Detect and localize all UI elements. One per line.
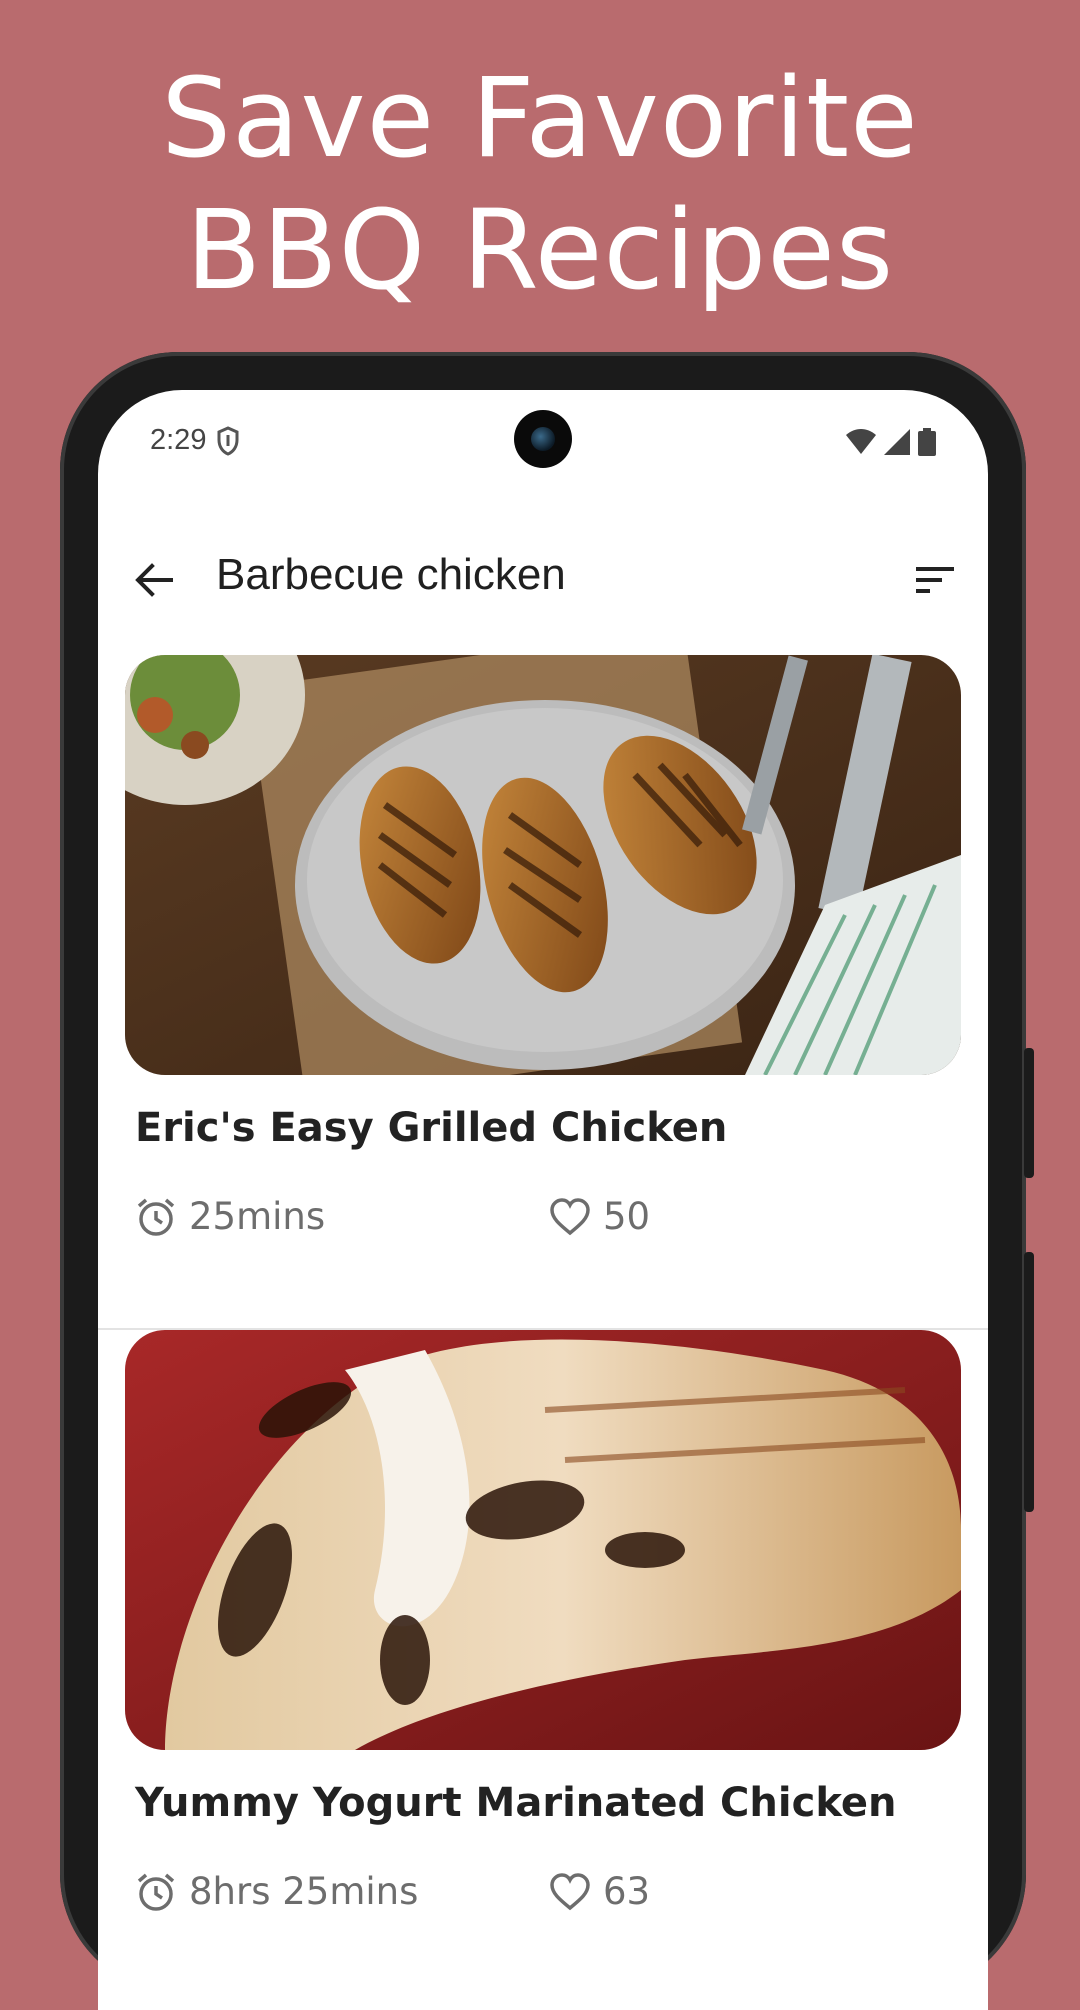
headline-line-2: BBQ Recipes bbox=[185, 186, 895, 314]
cook-time: 25mins bbox=[135, 1195, 549, 1238]
back-arrow-icon bbox=[135, 563, 173, 597]
cellular-icon bbox=[884, 429, 910, 459]
volume-button bbox=[1024, 1048, 1034, 1178]
front-camera bbox=[514, 410, 572, 468]
recipe-title[interactable]: Yummy Yogurt Marinated Chicken bbox=[135, 1780, 896, 1826]
likes[interactable]: 63 bbox=[549, 1870, 650, 1913]
status-icons bbox=[846, 428, 936, 460]
cook-time-value: 8hrs 25mins bbox=[189, 1870, 419, 1913]
phone-frame: 2:29 Barbecue chicken Eric's Easy Grille… bbox=[60, 352, 1034, 2010]
headline-line-1: Save Favorite bbox=[161, 54, 919, 182]
page-title: Barbecue chicken bbox=[216, 550, 566, 599]
cook-time: 8hrs 25mins bbox=[135, 1870, 549, 1913]
likes-count: 50 bbox=[603, 1195, 651, 1238]
app-bar: Barbecue chicken bbox=[98, 530, 988, 630]
likes-count: 63 bbox=[603, 1870, 651, 1913]
promo-headline: Save Favorite BBQ Recipes bbox=[0, 52, 1080, 316]
phone-screen: 2:29 Barbecue chicken Eric's Easy Grille… bbox=[98, 390, 988, 2010]
heart-icon bbox=[550, 1197, 590, 1235]
alarm-clock-icon bbox=[137, 1873, 175, 1911]
recipe-card[interactable]: Yummy Yogurt Marinated Chicken 8hrs 25mi… bbox=[98, 1330, 988, 2010]
back-button[interactable] bbox=[128, 554, 180, 606]
cook-time-value: 25mins bbox=[189, 1195, 326, 1238]
power-button bbox=[1024, 1252, 1034, 1512]
status-time: 2:29 bbox=[150, 424, 207, 456]
battery-icon bbox=[918, 428, 936, 460]
heart-icon bbox=[550, 1872, 590, 1910]
alarm-clock-icon bbox=[137, 1198, 175, 1236]
recipe-meta: 8hrs 25mins 63 bbox=[135, 1870, 650, 1913]
wifi-icon bbox=[846, 429, 876, 459]
recipe-meta: 25mins 50 bbox=[135, 1195, 650, 1238]
sort-icon bbox=[916, 567, 954, 593]
likes[interactable]: 50 bbox=[549, 1195, 650, 1238]
recipe-card[interactable]: Eric's Easy Grilled Chicken 25mins 50 bbox=[98, 655, 988, 1295]
recipe-title[interactable]: Eric's Easy Grilled Chicken bbox=[135, 1105, 727, 1151]
sort-button[interactable] bbox=[908, 554, 964, 606]
recipe-image[interactable] bbox=[125, 655, 961, 1075]
status-bar: 2:29 bbox=[98, 390, 988, 500]
recipe-image[interactable] bbox=[125, 1330, 961, 1750]
shield-icon bbox=[216, 426, 240, 460]
